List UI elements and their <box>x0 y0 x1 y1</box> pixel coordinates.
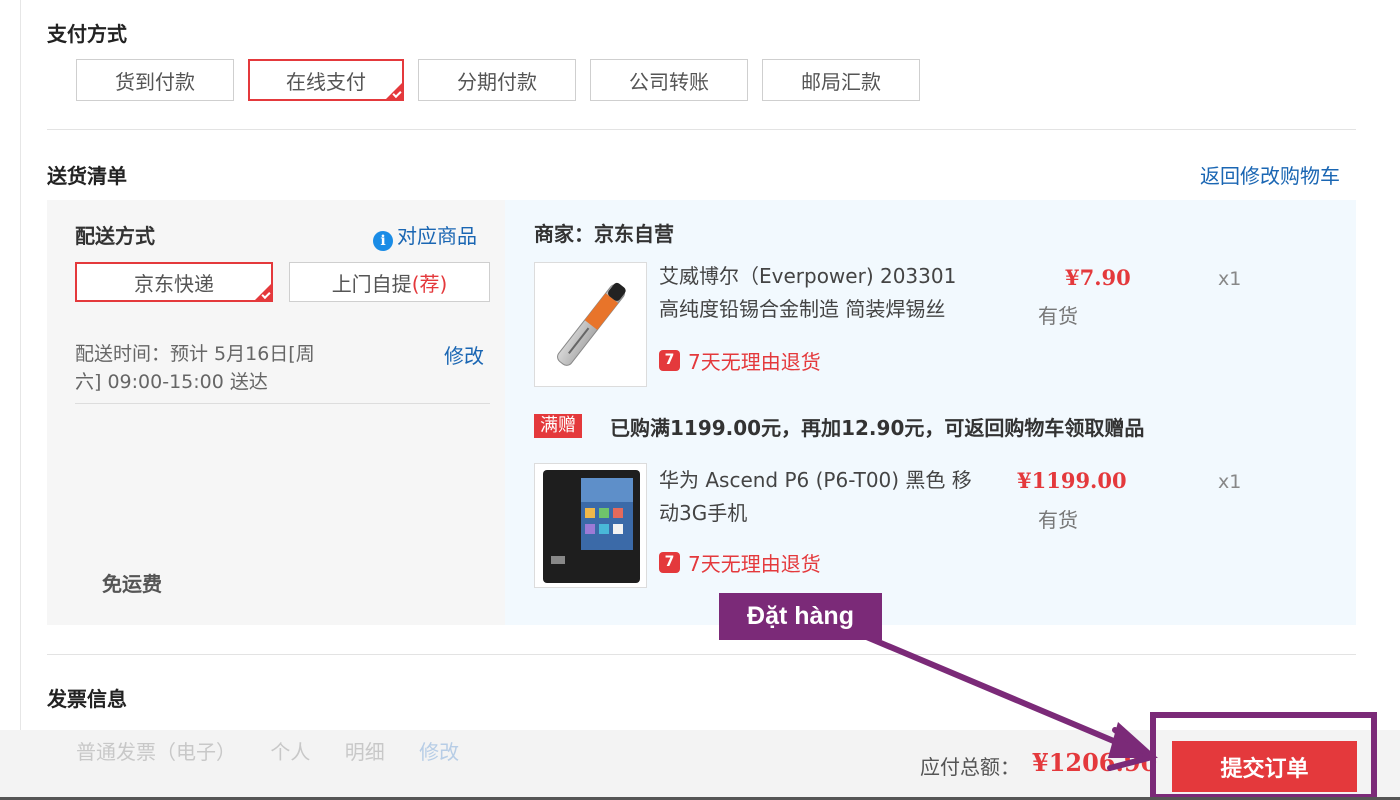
free-shipping-label: 免运费 <box>102 572 162 596</box>
page-left-border <box>20 0 21 730</box>
phone-icon <box>543 470 640 583</box>
seven-day-return-icon: 7 <box>659 552 680 573</box>
delivery-time: 配送时间：预计 5月16日[周 六] 09:00-15:00 送达 <box>75 340 315 396</box>
return-policy-label: 7天无理由退货 <box>688 350 821 374</box>
return-policy-label: 7天无理由退货 <box>688 552 821 576</box>
gift-promo-badge: 满赠 <box>534 414 582 438</box>
invoice-content: 明细 <box>344 740 385 764</box>
delivery-list-title: 送货清单 <box>47 164 127 188</box>
solder-tube-icon <box>557 282 626 366</box>
gift-promo-text: 已购满1199.00元，再加12.90元，可返回购物车领取赠品 <box>610 416 1145 440</box>
return-policy-tag: 7 7天无理由退货 <box>659 548 821 577</box>
checkout-page: 支付方式 货到付款 在线支付 分期付款 公司转账 邮局汇款 送货清单 返回修改购… <box>0 0 1400 800</box>
product-name-line: 高纯度铅锡合金制造 简装焊锡丝 <box>659 297 946 321</box>
seller-name: 商家：京东自营 <box>534 222 674 246</box>
payment-option-label: 分期付款 <box>457 69 537 94</box>
total-amount-value: ¥1206.90 <box>1032 748 1158 777</box>
selected-check-icon <box>254 283 272 301</box>
total-amount-label: 应付总额： <box>920 755 1020 779</box>
payment-option-online[interactable]: 在线支付 <box>248 59 404 101</box>
invoice-section-title: 发票信息 <box>47 687 127 711</box>
edit-delivery-time-link[interactable]: 修改 <box>444 340 484 369</box>
shipping-option-jd-express[interactable]: 京东快递 <box>75 262 273 302</box>
section-divider <box>47 129 1356 130</box>
product-name-line: 华为 Ascend P6 (P6-T00) 黑色 移 <box>659 468 972 492</box>
invoice-title-type: 个人 <box>270 740 311 764</box>
delivery-time-line: 六] 09:00-15:00 送达 <box>75 371 268 393</box>
product-name-phone[interactable]: 华为 Ascend P6 (P6-T00) 黑色 移 动3G手机 <box>659 464 972 530</box>
section-divider <box>47 654 1356 655</box>
product-price: ¥7.90 <box>1065 265 1131 290</box>
return-policy-tag: 7 7天无理由退货 <box>659 346 821 375</box>
invoice-details: 普通发票（电子） 个人 明细 修改 <box>76 736 487 765</box>
annotation-highlight-frame <box>1150 712 1377 800</box>
payment-option-label: 邮局汇款 <box>801 69 881 94</box>
payment-option-label: 货到付款 <box>115 69 195 94</box>
shipping-divider <box>75 403 490 404</box>
matching-goods-link[interactable]: i 对应商品 <box>373 220 477 251</box>
delivery-time-line: 配送时间：预计 5月16日[周 <box>75 343 315 365</box>
shipping-option-label: 上门自提 <box>331 271 412 296</box>
payment-option-label: 公司转账 <box>629 69 709 94</box>
shipping-option-label: 京东快递 <box>134 271 214 296</box>
stock-status: 有货 <box>1038 304 1078 328</box>
selected-check-icon <box>385 82 403 100</box>
product-price: ¥1199.00 <box>1017 468 1127 493</box>
recommended-tag: (荐) <box>411 271 448 296</box>
back-to-cart-link[interactable]: 返回修改购物车 <box>1200 160 1340 189</box>
product-name-line: 动3G手机 <box>659 501 748 525</box>
stock-status: 有货 <box>1038 508 1078 532</box>
payment-option-cod[interactable]: 货到付款 <box>76 59 234 101</box>
annotation-callout: Đặt hàng <box>719 593 882 640</box>
shipping-option-self-pickup[interactable]: 上门自提 (荐) <box>289 262 490 302</box>
payment-option-company-transfer[interactable]: 公司转账 <box>590 59 748 101</box>
product-quantity: x1 <box>1218 471 1242 493</box>
payment-option-postal-remittance[interactable]: 邮局汇款 <box>762 59 920 101</box>
seven-day-return-icon: 7 <box>659 350 680 371</box>
product-image-solder[interactable] <box>534 262 647 387</box>
info-icon: i <box>373 231 393 251</box>
product-image-phone[interactable] <box>534 463 647 588</box>
product-name-line: 艾威博尔（Everpower) 203301 <box>659 264 957 288</box>
matching-goods-label: 对应商品 <box>397 224 477 248</box>
payment-option-label: 在线支付 <box>286 69 366 94</box>
product-name-solder[interactable]: 艾威博尔（Everpower) 203301 高纯度铅锡合金制造 简装焊锡丝 <box>659 260 956 326</box>
payment-section-title: 支付方式 <box>47 22 127 46</box>
invoice-type: 普通发票（电子） <box>76 740 236 764</box>
shipping-method-title: 配送方式 <box>75 224 155 248</box>
product-quantity: x1 <box>1218 268 1242 290</box>
edit-invoice-link[interactable]: 修改 <box>419 740 459 764</box>
payment-option-installment[interactable]: 分期付款 <box>418 59 576 101</box>
